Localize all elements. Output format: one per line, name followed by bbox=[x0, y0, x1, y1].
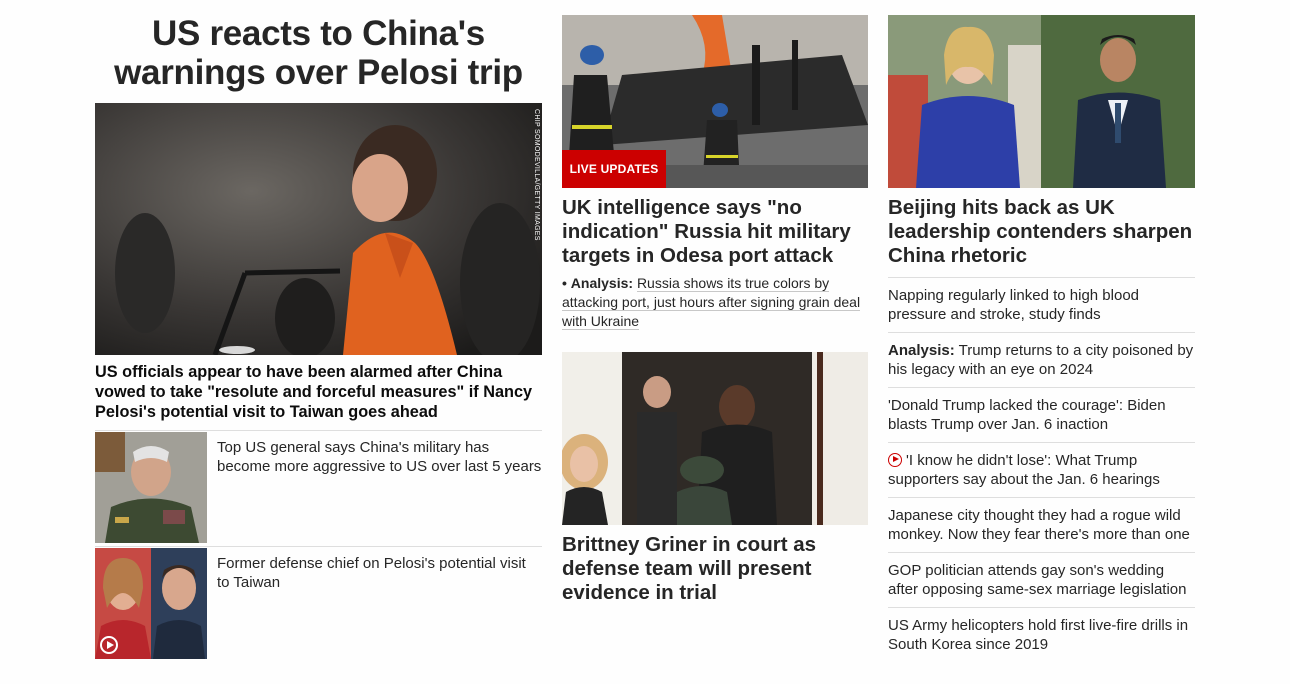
list-item[interactable]: 'Donald Trump lacked the courage': Biden… bbox=[888, 387, 1195, 442]
right-column: Beijing hits back as UK leadership conte… bbox=[888, 15, 1195, 662]
middle-column: LIVE UPDATES UK intelligence says "no in… bbox=[562, 15, 868, 605]
bullet: • bbox=[562, 275, 567, 291]
list-item[interactable]: US Army helicopters hold first live-fire… bbox=[888, 607, 1195, 662]
play-icon[interactable] bbox=[100, 636, 118, 654]
analysis-item: • Analysis: Russia shows its true colors… bbox=[562, 274, 868, 331]
related-story-row[interactable]: Former defense chief on Pelosi's potenti… bbox=[95, 546, 542, 662]
list-item-text[interactable]: 'I know he didn't lose': What Trump supp… bbox=[888, 452, 1160, 488]
griner-headline-link[interactable]: Brittney Griner in court as defense team… bbox=[562, 533, 868, 605]
list-item[interactable]: 'I know he didn't lose': What Trump supp… bbox=[888, 442, 1195, 497]
analysis-tag: Analysis: bbox=[888, 342, 955, 359]
griner-photo bbox=[562, 352, 868, 525]
list-item[interactable]: GOP politician attends gay son's wedding… bbox=[888, 552, 1195, 607]
live-updates-badge[interactable]: LIVE UPDATES bbox=[562, 150, 666, 188]
list-item[interactable]: Napping regularly linked to high blood p… bbox=[888, 277, 1195, 332]
analysis-tag: Analysis: bbox=[570, 275, 634, 291]
pelosi-photo bbox=[95, 103, 542, 355]
griner-image[interactable] bbox=[562, 352, 868, 525]
odesa-port-image[interactable]: LIVE UPDATES bbox=[562, 15, 868, 188]
pelosi-hero-image[interactable]: Chip Somodevilla/Getty Images bbox=[95, 103, 542, 355]
uk-leaders-image[interactable] bbox=[888, 15, 1195, 188]
hero-caption-link[interactable]: US officials appear to have been alarmed… bbox=[95, 362, 542, 422]
ukraine-headline-link[interactable]: UK intelligence says "no indication" Rus… bbox=[562, 196, 868, 268]
general-thumbnail bbox=[95, 432, 207, 543]
related-story-text[interactable]: Former defense chief on Pelosi's potenti… bbox=[217, 548, 542, 662]
uk-leaders-photo bbox=[888, 15, 1195, 188]
list-item[interactable]: Analysis: Trump returns to a city poison… bbox=[888, 332, 1195, 387]
related-story-text[interactable]: Top US general says China's military has… bbox=[217, 432, 542, 546]
lead-story-column: US reacts to China's warnings over Pelos… bbox=[95, 14, 542, 662]
beijing-headline-link[interactable]: Beijing hits back as UK leadership conte… bbox=[888, 196, 1195, 268]
video-thumbnail bbox=[95, 548, 207, 659]
photo-credit: Chip Somodevilla/Getty Images bbox=[533, 109, 540, 241]
list-item[interactable]: Japanese city thought they had a rogue w… bbox=[888, 497, 1195, 552]
main-headline-link[interactable]: US reacts to China's warnings over Pelos… bbox=[95, 14, 542, 92]
related-story-row[interactable]: Top US general says China's military has… bbox=[95, 430, 542, 546]
play-icon bbox=[888, 453, 902, 467]
